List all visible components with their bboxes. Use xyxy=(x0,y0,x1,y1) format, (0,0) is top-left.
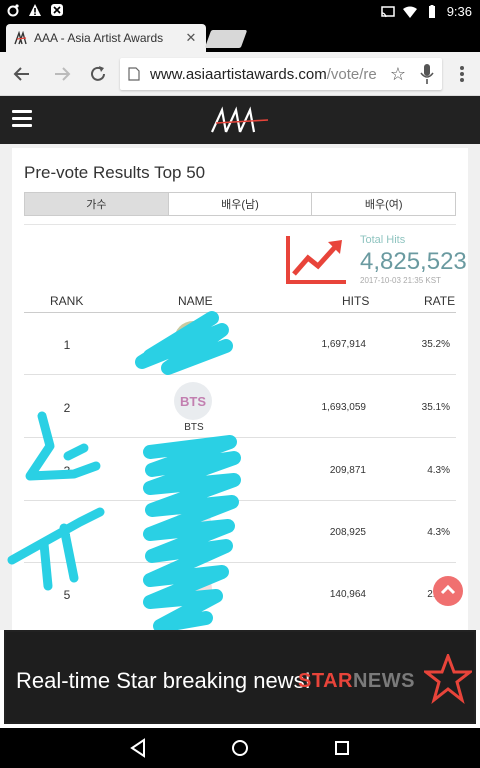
hits-cell: 140,964 xyxy=(329,589,366,600)
divider xyxy=(24,224,456,225)
rank-cell: 1 xyxy=(63,338,71,352)
hamburger-menu-icon[interactable] xyxy=(12,110,32,128)
avatar: BTS xyxy=(174,382,212,420)
starnews-brand: STARNEWS xyxy=(298,670,415,693)
battery-icon xyxy=(428,5,435,18)
rank-cell: 4 xyxy=(63,526,71,540)
avatar xyxy=(174,443,212,481)
browser-tab-title: AAA - Asia Artist Awards xyxy=(34,31,164,45)
browser-tab[interactable]: AAA - Asia Artist Awards ✕ xyxy=(6,24,206,52)
avatar xyxy=(174,321,212,359)
url-text: www.asiaartistawards.com/vote/re xyxy=(150,66,382,83)
column-header-rank: RANK xyxy=(50,294,84,308)
ad-banner[interactable]: Real-time Star breaking news! STARNEWS xyxy=(4,630,476,724)
rank-cell: 5 xyxy=(63,588,71,602)
aaa-favicon-icon xyxy=(14,31,27,45)
brand-news: NEWS xyxy=(352,670,415,692)
column-header-name: NAME xyxy=(178,294,213,308)
rate-cell: 4.3% xyxy=(427,465,450,476)
circle-indicator-icon xyxy=(7,4,19,17)
page-icon xyxy=(128,67,140,81)
hits-cell: 1,697,914 xyxy=(321,339,367,350)
table-row[interactable]: 2 BTS BTS 1,693,059 35.1% xyxy=(24,376,456,438)
section-title: Pre-vote Results Top 50 xyxy=(24,163,206,182)
forward-icon[interactable] xyxy=(50,62,74,86)
trend-chart-icon xyxy=(286,236,346,284)
table-row[interactable]: 4 208,925 4.3% xyxy=(24,501,456,563)
hits-cell: 208,925 xyxy=(329,527,366,538)
artist-name: BTS xyxy=(184,422,204,433)
column-header-hits: HITS xyxy=(342,294,370,308)
reload-icon[interactable] xyxy=(86,62,110,86)
wifi-icon xyxy=(402,6,417,18)
url-host: www.asiaartistawards.com xyxy=(150,66,327,83)
total-hits-date: 2017-10-03 21:35 KST xyxy=(360,276,441,285)
browser-tab-strip: AAA - Asia Artist Awards ✕ xyxy=(0,24,480,52)
arrow-up-icon xyxy=(440,584,456,595)
table-row[interactable]: 5 140,964 2.9% xyxy=(24,564,456,626)
cast-icon xyxy=(380,6,395,18)
avatar xyxy=(174,570,212,608)
back-nav-icon[interactable] xyxy=(128,738,148,758)
mic-icon[interactable] xyxy=(420,63,434,85)
rank-cell: 2 xyxy=(63,401,71,415)
close-icon[interactable]: ✕ xyxy=(184,31,198,45)
rank-cell: 3 xyxy=(63,464,71,478)
url-path: /vote/re xyxy=(326,66,377,83)
total-hits-label: Total Hits xyxy=(360,234,406,246)
back-icon[interactable] xyxy=(10,62,34,86)
star-icon[interactable]: ☆ xyxy=(390,64,406,85)
tab-actor-female[interactable]: 배우(여) xyxy=(311,193,455,215)
total-hits-value: 4,825,523 xyxy=(360,248,467,275)
rate-cell: 35.1% xyxy=(421,402,450,413)
starnews-logo-icon xyxy=(424,654,472,704)
ad-text: Real-time Star breaking news! xyxy=(16,668,311,693)
rate-cell: 4.3% xyxy=(427,527,450,538)
android-nav-bar xyxy=(0,728,480,768)
recents-nav-icon[interactable] xyxy=(332,738,352,758)
column-header-rate: RATE xyxy=(424,294,456,308)
rate-cell: 35.2% xyxy=(421,339,450,350)
tab-singer[interactable]: 가수 xyxy=(25,193,168,215)
status-time: 9:36 xyxy=(446,4,472,19)
status-bar: 9:36 xyxy=(0,0,480,24)
site-header xyxy=(0,96,480,144)
category-tabs: 가수 배우(남) 배우(여) xyxy=(24,192,456,216)
scroll-to-top-button[interactable] xyxy=(433,576,463,606)
hits-cell: 1,693,059 xyxy=(321,402,367,413)
avatar xyxy=(174,507,212,545)
app-notification-icon xyxy=(51,4,63,16)
warning-icon xyxy=(29,4,41,16)
table-row[interactable]: 1 1,697,914 35.2% xyxy=(24,313,456,375)
brand-star: STAR xyxy=(298,670,353,692)
table-row[interactable]: 3 209,871 4.3% xyxy=(24,439,456,501)
browser-toolbar: www.asiaartistawards.com/vote/re ☆ xyxy=(0,52,480,96)
home-nav-icon[interactable] xyxy=(230,738,250,758)
new-tab-button[interactable] xyxy=(204,30,248,48)
menu-icon[interactable] xyxy=(450,62,474,86)
tab-actor-male[interactable]: 배우(남) xyxy=(167,193,312,215)
hits-cell: 209,871 xyxy=(329,465,366,476)
address-bar[interactable]: www.asiaartistawards.com/vote/re ☆ xyxy=(120,58,442,90)
aaa-logo[interactable] xyxy=(208,106,272,134)
